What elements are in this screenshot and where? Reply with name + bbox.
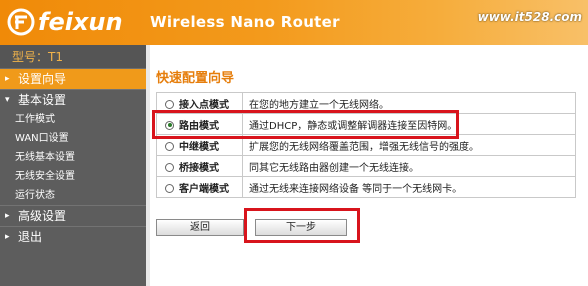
sidebar-subitem-work-mode[interactable]: 工作模式 [0,110,146,129]
sidebar-subitem-wireless-basic[interactable]: 无线基本设置 [0,148,146,167]
highlight-box-router-mode [152,110,459,139]
sidebar-item-label: 基本设置 [18,93,67,107]
sidebar-subitem-run-status[interactable]: 运行状态 [0,186,146,205]
highlight-box-next-button [244,208,360,243]
feixun-logo-icon [7,8,35,36]
sidebar-item-label: 退出 [18,230,43,244]
sidebar-subitem-wireless-security[interactable]: 无线安全设置 [0,167,146,186]
radio-button[interactable] [165,141,174,151]
mode-name: 桥接模式 [179,162,219,174]
chevron-right-icon: ▸ [5,211,10,221]
model-label: 型号：T1 [0,45,146,69]
mode-name: 接入点模式 [179,99,229,111]
brand-logo: feixun [6,6,123,38]
radio-button[interactable] [165,99,174,109]
sidebar-item-basic-settings[interactable]: ▾ 基本设置 [0,90,146,110]
radio-button[interactable] [165,183,174,193]
sidebar-nav: 型号：T1 ▸ 设置向导 ▾ 基本设置 工作模式 WAN口设置 无线基本设置 无… [0,45,146,286]
page-title: 快速配置向导 [156,71,235,86]
mode-option[interactable]: 客户端模式 [156,176,243,198]
brand-name: feixun [38,8,123,36]
sidebar-item-logout[interactable]: ▸ 退出 [0,227,146,247]
mode-description: 同其它无线路由器创建一个无线连接。 [242,155,576,177]
header-bar: feixun Wireless Nano Router www.it528.co… [0,0,588,45]
watermark-text: www.it528.com [477,10,582,24]
mode-selection-table: 接入点模式 在您的地方建立一个无线网络。 路由模式 通过DHCP，静态或调整解调… [156,92,576,198]
chevron-down-icon: ▾ [5,95,10,105]
mode-option[interactable]: 桥接模式 [156,155,243,177]
mode-name: 中继模式 [179,141,219,153]
mode-description: 通过无线来连接网络设备 等同于一个无线网卡。 [242,176,576,198]
main-content: 快速配置向导 接入点模式 在您的地方建立一个无线网络。 路由模式 通过DHCP，… [150,45,588,286]
mode-row-client: 客户端模式 通过无线来连接网络设备 等同于一个无线网卡。 [156,176,576,198]
radio-button[interactable] [165,162,174,172]
mode-row-bridge: 桥接模式 同其它无线路由器创建一个无线连接。 [156,155,576,177]
sidebar-item-label: 高级设置 [18,209,67,223]
mode-name: 客户端模式 [179,183,229,195]
sidebar-subitem-wan-settings[interactable]: WAN口设置 [0,129,146,148]
chevron-right-icon: ▸ [5,232,10,242]
sidebar-item-setup-wizard[interactable]: ▸ 设置向导 [0,69,146,89]
back-button[interactable]: 返回 [156,219,244,236]
sidebar-item-advanced-settings[interactable]: ▸ 高级设置 [0,206,146,226]
chevron-right-icon: ▸ [5,74,10,84]
product-title: Wireless Nano Router [150,13,340,31]
sidebar-item-label: 设置向导 [18,72,67,86]
